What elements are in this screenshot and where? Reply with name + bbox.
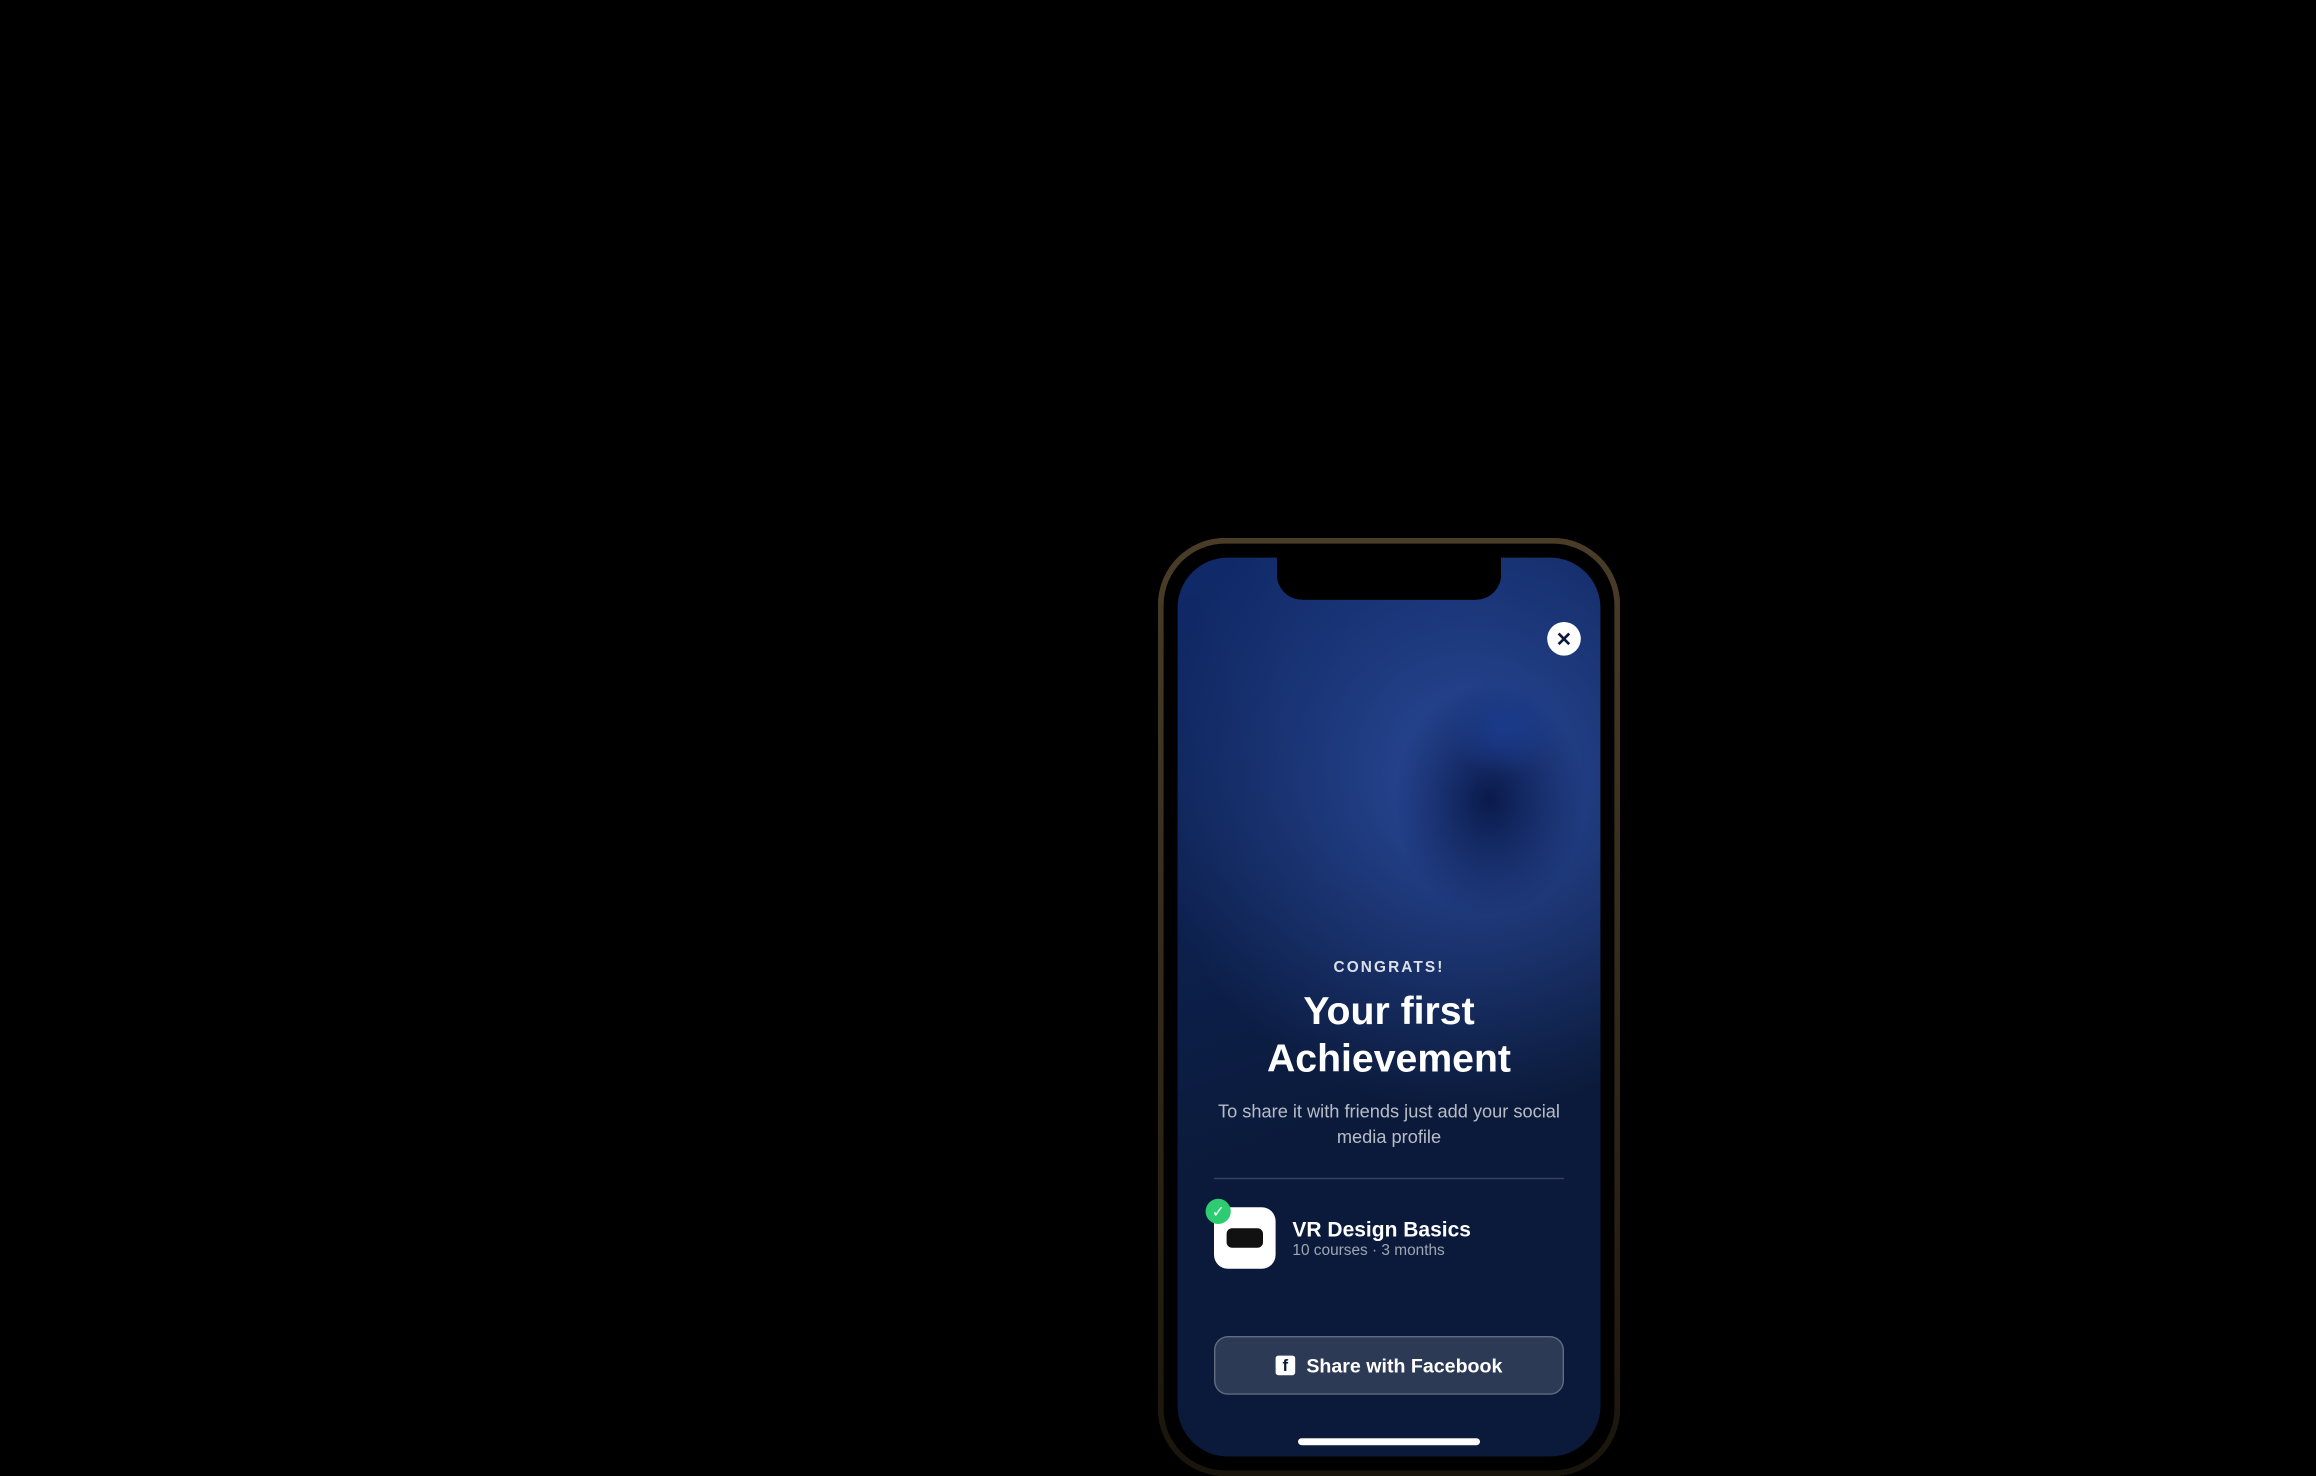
course-name: VR Design Basics bbox=[1292, 1218, 1471, 1242]
close-button[interactable]: ✕ bbox=[1547, 622, 1581, 656]
checkmark-icon: ✓ bbox=[1206, 1199, 1231, 1224]
course-row[interactable]: ✓ VR Design Basics 10 courses · 3 months bbox=[1214, 1207, 1564, 1269]
facebook-icon: f bbox=[1276, 1356, 1296, 1376]
close-icon: ✕ bbox=[1556, 627, 1572, 651]
course-sub: 10 courses · 3 months bbox=[1292, 1242, 1471, 1259]
phone-achievement: ✕ CONGRATS! Your first Achievement To sh… bbox=[1158, 538, 1620, 1476]
congrats-label: CONGRATS! bbox=[1214, 960, 1564, 977]
share-facebook-button[interactable]: f Share with Facebook bbox=[1214, 1336, 1564, 1395]
share-label: Share with Facebook bbox=[1306, 1354, 1502, 1376]
home-indicator[interactable] bbox=[1298, 1438, 1480, 1445]
divider bbox=[1214, 1178, 1564, 1179]
achievement-sub: To share it with friends just add your s… bbox=[1214, 1099, 1564, 1150]
course-icon: ✓ bbox=[1214, 1207, 1276, 1269]
achievement-title: Your first Achievement bbox=[1214, 988, 1564, 1082]
